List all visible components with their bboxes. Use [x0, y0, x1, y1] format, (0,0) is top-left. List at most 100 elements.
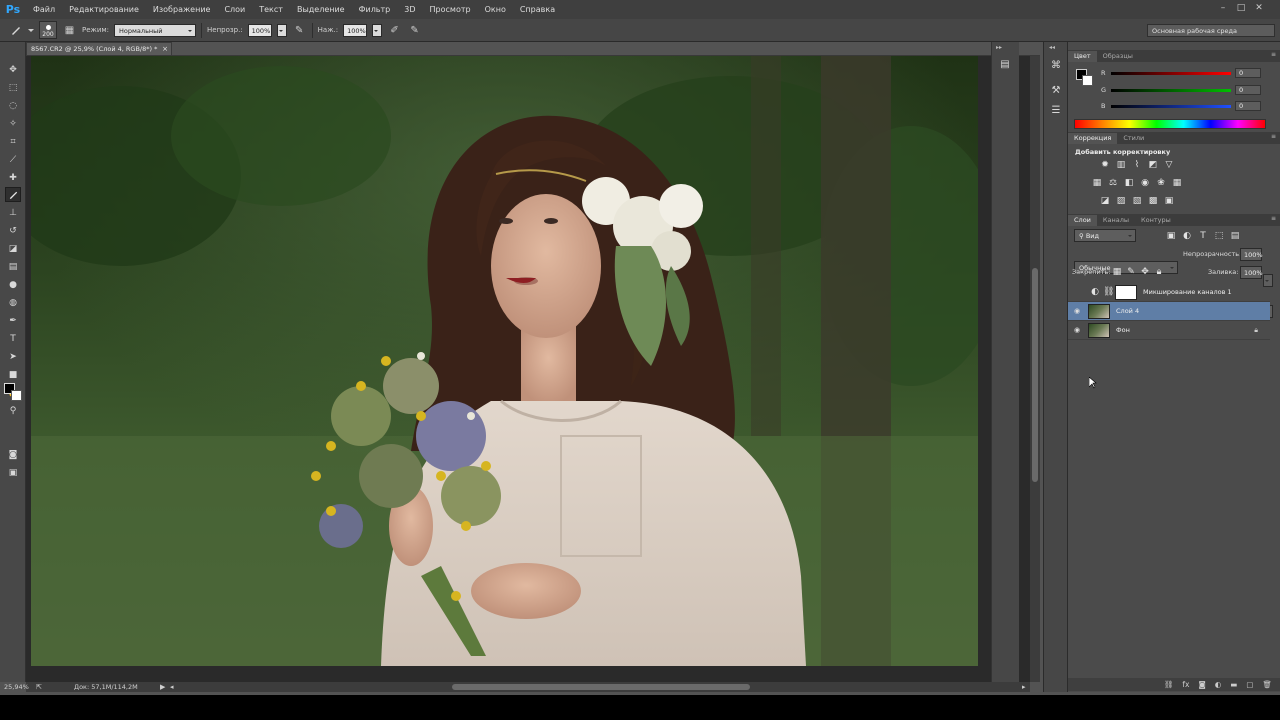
chevron-left-icon[interactable]: ◂	[170, 683, 174, 691]
menu-view[interactable]: Просмотр	[423, 0, 478, 19]
panel-menu-icon[interactable]: ≡	[1271, 51, 1276, 58]
properties-icon[interactable]: ☰	[1048, 102, 1064, 118]
filter-type-icon[interactable]: T	[1198, 231, 1208, 241]
workspace-select[interactable]: Основная рабочая среда	[1147, 24, 1275, 37]
channel-b-slider[interactable]	[1111, 105, 1231, 108]
channel-g-value[interactable]: 0	[1235, 85, 1261, 95]
channel-r-slider[interactable]	[1111, 72, 1231, 75]
layer-style-icon[interactable]: fx	[1182, 680, 1189, 689]
tool-presets-icon[interactable]: ⚒	[1048, 82, 1064, 98]
stamp-tool-icon[interactable]: ⊥	[5, 205, 21, 220]
menu-3d[interactable]: 3D	[397, 0, 422, 19]
layer-name[interactable]: Слой 4	[1116, 307, 1139, 315]
chevron-down-icon[interactable]	[28, 28, 34, 35]
chevron-right-icon[interactable]: ▸	[1022, 683, 1026, 691]
gradient-map-icon[interactable]: ▩	[1148, 196, 1158, 206]
layer-row-channel-mixer[interactable]: ◐ ⛓ Микширование каналов 1	[1068, 283, 1270, 302]
canvas-area[interactable]	[26, 56, 1030, 682]
menu-edit[interactable]: Редактирование	[62, 0, 146, 19]
curves-icon[interactable]: ⌇	[1132, 160, 1142, 170]
levels-icon[interactable]: ▥	[1116, 160, 1126, 170]
background-color-swatch[interactable]	[11, 390, 22, 401]
lasso-tool-icon[interactable]: ◌	[5, 98, 21, 113]
lock-image-icon[interactable]: ✎	[1126, 267, 1136, 277]
menu-image[interactable]: Изображение	[146, 0, 218, 19]
photo-filter-icon[interactable]: ◉	[1140, 178, 1150, 188]
pen-tool-icon[interactable]: ✒	[5, 313, 21, 328]
eye-icon[interactable]: ◉	[1068, 307, 1086, 315]
tab-layers[interactable]: Слои	[1068, 215, 1097, 226]
threshold-icon[interactable]: ▧	[1132, 196, 1142, 206]
new-adjustment-icon[interactable]: ◐	[1215, 680, 1222, 689]
layer-mask-thumbnail[interactable]	[1115, 284, 1137, 300]
minimize-button[interactable]: –	[1216, 2, 1230, 14]
fill-field[interactable]: 100%	[1240, 266, 1263, 279]
airbrush-icon[interactable]: ✐	[387, 23, 402, 38]
channel-b-value[interactable]: 0	[1235, 101, 1261, 111]
pressure-dropdown[interactable]	[372, 23, 383, 37]
tab-styles[interactable]: Стили	[1117, 133, 1150, 144]
close-button[interactable]: ✕	[1252, 2, 1266, 14]
crop-tool-icon[interactable]: ⌗	[5, 134, 21, 149]
filter-pixel-icon[interactable]: ▣	[1166, 231, 1176, 241]
play-icon[interactable]: ▶	[160, 683, 165, 691]
new-group-icon[interactable]: ▬	[1230, 680, 1237, 689]
layer-row-background[interactable]: ◉ Фон 🔒︎	[1068, 321, 1270, 340]
color-spectrum-ramp[interactable]	[1074, 119, 1266, 129]
brightness-contrast-icon[interactable]: ✹	[1100, 160, 1110, 170]
layer-filter-select[interactable]: ⚲ Вид	[1074, 229, 1136, 242]
menu-file[interactable]: Файл	[26, 0, 62, 19]
horizontal-scroll-thumb[interactable]	[452, 684, 750, 690]
vertical-scroll-thumb[interactable]	[1032, 268, 1038, 482]
menu-help[interactable]: Справка	[513, 0, 562, 19]
lock-position-icon[interactable]: ✥	[1140, 267, 1150, 277]
tab-swatches[interactable]: Образцы	[1097, 51, 1139, 62]
type-tool-icon[interactable]: T	[5, 331, 21, 346]
document-canvas-image[interactable]	[31, 56, 978, 666]
add-mask-icon[interactable]: ◙	[1198, 680, 1205, 689]
marquee-tool-icon[interactable]: ⬚	[5, 80, 21, 95]
channel-g-slider[interactable]	[1111, 89, 1231, 92]
exposure-icon[interactable]: ◩	[1148, 160, 1158, 170]
tab-adjustments[interactable]: Коррекция	[1068, 133, 1118, 144]
eyedropper-tool-icon[interactable]: ⟋	[5, 152, 21, 167]
color-panel-background-swatch[interactable]	[1082, 75, 1093, 86]
color-balance-icon[interactable]: ⚖	[1108, 178, 1118, 188]
history-panel-icon[interactable]: ▤	[997, 56, 1013, 72]
filter-adjustment-icon[interactable]: ◐	[1182, 231, 1192, 241]
vibrance-icon[interactable]: ▽	[1164, 160, 1174, 170]
brush-tool-icon[interactable]	[5, 187, 21, 202]
visibility-off-icon[interactable]	[1068, 288, 1086, 296]
opacity-field[interactable]: 100%	[247, 23, 272, 37]
eye-icon[interactable]: ◉	[1068, 326, 1086, 334]
layer-name[interactable]: Микширование каналов 1	[1143, 288, 1232, 296]
export-icon[interactable]: ⇱	[36, 683, 42, 691]
pressure-field[interactable]: 100%	[343, 23, 368, 37]
menu-window[interactable]: Окно	[478, 0, 513, 19]
blur-tool-icon[interactable]: ●	[5, 277, 21, 292]
menu-layers[interactable]: Слои	[217, 0, 252, 19]
brush-panel-toggle-icon[interactable]: ▦	[62, 23, 77, 38]
layer-name[interactable]: Фон	[1116, 326, 1130, 334]
filter-smart-object-icon[interactable]: ▤	[1230, 231, 1240, 241]
quick-select-tool-icon[interactable]: ✧	[5, 116, 21, 131]
gradient-tool-icon[interactable]: ▤	[5, 259, 21, 274]
layer-row-layer-4[interactable]: ◉ Слой 4	[1068, 302, 1270, 321]
move-tool-icon[interactable]: ✥	[5, 62, 21, 77]
eraser-tool-icon[interactable]: ◪	[5, 241, 21, 256]
menu-filter[interactable]: Фильтр	[352, 0, 398, 19]
dodge-tool-icon[interactable]: ◍	[5, 295, 21, 310]
hue-saturation-icon[interactable]: ▦	[1092, 178, 1102, 188]
filter-shape-icon[interactable]: ⬚	[1214, 231, 1224, 241]
pressure-size-icon[interactable]: ✎	[407, 23, 422, 38]
quick-mask-icon[interactable]: ◙	[5, 447, 21, 462]
link-layers-icon[interactable]: ⛓	[1164, 680, 1174, 689]
new-layer-icon[interactable]: ▢	[1246, 680, 1253, 689]
zoom-tool-icon[interactable]: ⚲	[5, 403, 21, 418]
opacity-dropdown[interactable]	[276, 23, 287, 37]
brush-presets-icon[interactable]: ⌘	[1048, 57, 1064, 73]
invert-icon[interactable]: ◪	[1100, 196, 1110, 206]
brush-size-picker[interactable]: 200	[39, 21, 57, 39]
screen-mode-icon[interactable]: ▣	[5, 465, 21, 480]
brush-tool-preset-icon[interactable]	[8, 23, 23, 38]
